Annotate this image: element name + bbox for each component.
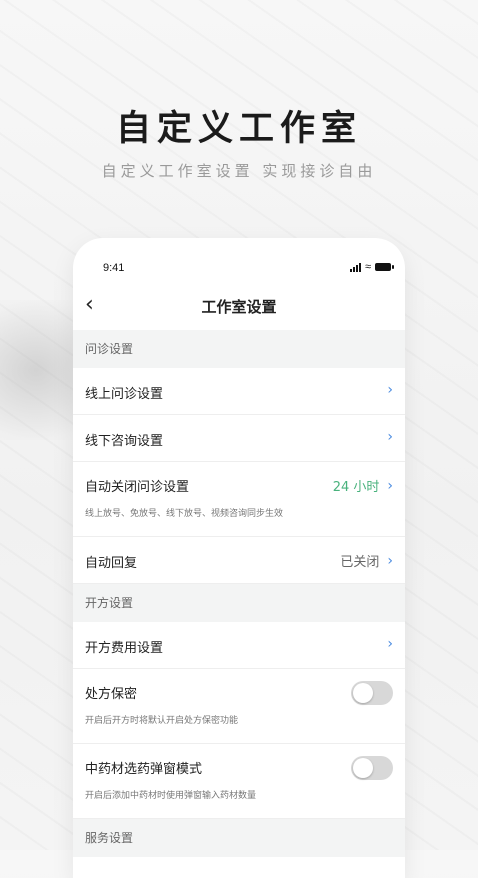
row-prescribe-fee-settings[interactable]: 开方费用设置 › xyxy=(73,622,405,669)
row-label: 开方费用设置 xyxy=(85,641,164,656)
row-label: 自动关闭问诊设置 xyxy=(85,480,190,495)
section-header-prescribe: 开方设置 xyxy=(73,584,405,622)
status-bar: 9:41 ≈ xyxy=(73,260,405,280)
page-title: 工作室设置 xyxy=(201,298,277,316)
row-label: 线上问诊设置 xyxy=(85,387,164,402)
status-time: 9:41 xyxy=(103,262,125,274)
status-icons: ≈ xyxy=(349,261,394,273)
section-header-consult: 问诊设置 xyxy=(73,330,405,368)
auto-close-value: 24 小时 xyxy=(332,480,380,495)
chevron-right-icon: › xyxy=(387,429,393,445)
row-label: 线下咨询设置 xyxy=(85,434,164,449)
phone-mockup: 9:41 ≈ ‹ 工作室设置 问诊设置 线上问诊设置 › 线下咨询设置 › 自动… xyxy=(73,238,405,878)
row-online-consult-settings[interactable]: 线上问诊设置 › xyxy=(73,368,405,415)
herb-popup-toggle[interactable] xyxy=(351,756,393,780)
row-description: 线上放号、免放号、线下放号、视频咨询同步生效 xyxy=(85,509,284,519)
signal-icon xyxy=(349,262,361,272)
nav-bar: ‹ 工作室设置 xyxy=(73,290,405,326)
row-offline-consult-settings[interactable]: 线下咨询设置 › xyxy=(73,415,405,462)
chevron-right-icon: › xyxy=(387,477,393,494)
row-auto-reply[interactable]: 自动回复 已关闭 › xyxy=(73,537,405,584)
chevron-right-icon: › xyxy=(387,382,393,398)
toggle-knob xyxy=(353,683,373,703)
row-herb-popup-mode: 中药材选药弹窗模式 开启后添加中药材时使用弹窗输入药材数量 xyxy=(73,744,405,819)
chevron-right-icon: › xyxy=(387,636,393,652)
battery-icon xyxy=(375,263,394,271)
chevron-right-icon: › xyxy=(387,552,393,569)
row-description: 开启后开方时将默认开启处方保密功能 xyxy=(85,716,239,726)
row-auto-close-consult[interactable]: 自动关闭问诊设置 24 小时 › 线上放号、免放号、线下放号、视频咨询同步生效 xyxy=(73,462,405,537)
section-header-service: 服务设置 xyxy=(73,819,405,857)
auto-reply-status: 已关闭 xyxy=(340,555,380,570)
row-label: 自动回复 xyxy=(85,556,138,571)
row-label: 处方保密 xyxy=(85,687,138,702)
row-description: 开启后添加中药材时使用弹窗输入药材数量 xyxy=(85,791,257,801)
wifi-icon: ≈ xyxy=(364,261,371,273)
promo-title: 自定义工作室 xyxy=(115,108,362,149)
settings-list: 问诊设置 线上问诊设置 › 线下咨询设置 › 自动关闭问诊设置 24 小时 › … xyxy=(73,330,405,857)
prescription-private-toggle[interactable] xyxy=(351,681,393,705)
toggle-knob xyxy=(353,758,373,778)
row-label: 中药材选药弹窗模式 xyxy=(85,762,203,777)
row-prescription-private: 处方保密 开启后开方时将默认开启处方保密功能 xyxy=(73,669,405,744)
promo-subtitle: 自定义工作室设置 实现接诊自由 xyxy=(101,162,377,180)
